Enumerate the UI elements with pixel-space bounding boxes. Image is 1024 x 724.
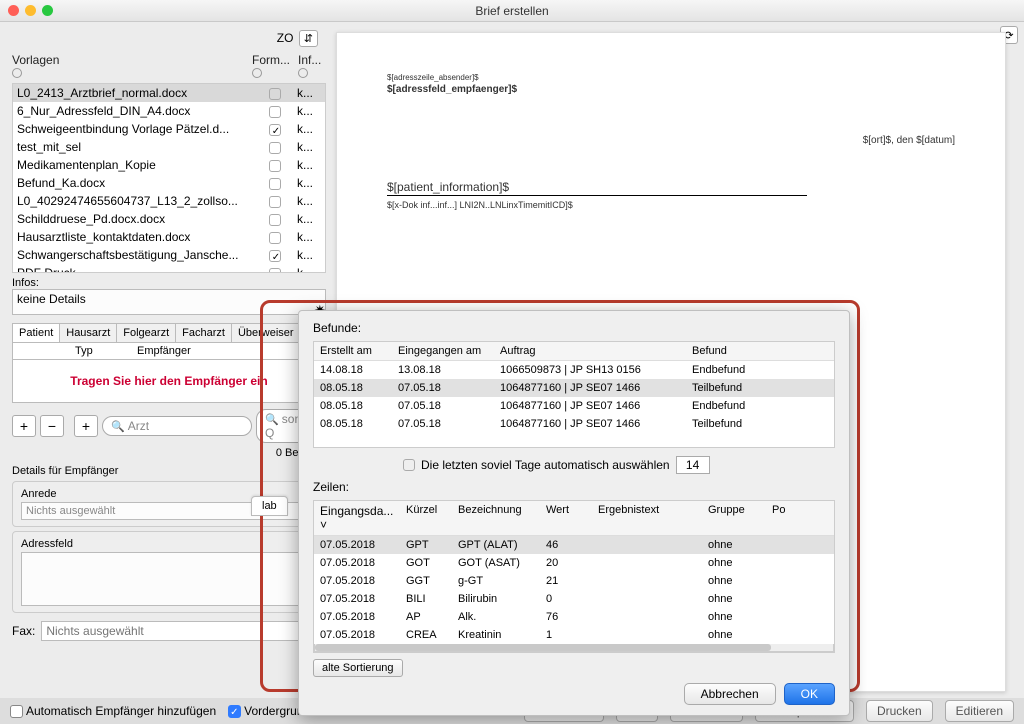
dialog-cancel-button[interactable]: Abbrechen xyxy=(684,683,776,705)
left-panel: ZO ⇵ Vorlagen Form... Inf... L0_2413_Arz… xyxy=(0,22,330,724)
auto-recipient-checkbox[interactable] xyxy=(10,705,23,718)
befunde-table[interactable]: Erstellt am Eingegangen am Auftrag Befun… xyxy=(313,341,835,448)
zeilen-table[interactable]: Eingangsda... ˅ Kürzel Bezeichnung Wert … xyxy=(313,500,835,653)
adressfeld-label: Adressfeld xyxy=(21,538,317,550)
templates-header-form[interactable]: Form... xyxy=(252,53,298,67)
tab-hausarzt[interactable]: Hausarzt xyxy=(60,324,117,342)
befunde-col-erstellt[interactable]: Erstellt am xyxy=(314,342,392,360)
recipient-col-blank xyxy=(13,343,69,359)
doctor-search-input[interactable]: 🔍 Arzt xyxy=(102,416,252,436)
befunde-row[interactable]: 14.08.1813.08.181066509873 | JP SH13 015… xyxy=(314,361,834,379)
template-row[interactable]: Befund_Ka.docxk... xyxy=(13,174,325,192)
sort-desc-icon: ˅ xyxy=(320,518,327,532)
page-dx: $[x-Dok inf...inf...] LNI2N..LNLinxTimem… xyxy=(387,200,955,210)
auto-days-checkbox[interactable] xyxy=(403,459,415,471)
template-row[interactable]: test_mit_selk... xyxy=(13,138,325,156)
befunde-row[interactable]: 08.05.1807.05.181064877160 | JP SE07 146… xyxy=(314,379,834,397)
auto-days-label: Die letzten soviel Tage automatisch ausw… xyxy=(421,458,670,472)
page-sender: $[adresszeile_absender]$ xyxy=(387,73,955,82)
zo-label: ZO xyxy=(277,31,294,45)
bottom-print-button[interactable]: Drucken xyxy=(866,700,933,722)
zeilen-row[interactable]: 07.05.2018APAlk.76ohne xyxy=(314,608,834,626)
template-row[interactable]: Schilddruese_Pd.docx.docxk... xyxy=(13,210,325,228)
befunde-count-label: 0 Befunde xyxy=(12,447,326,459)
add-recipient-button[interactable]: + xyxy=(12,415,36,437)
recipient-col-empf[interactable]: Empfänger xyxy=(131,343,325,359)
zeilen-col-gruppe[interactable]: Gruppe xyxy=(702,501,766,535)
tab-patient[interactable]: Patient xyxy=(13,324,60,342)
templates-header-name[interactable]: Vorlagen xyxy=(12,53,252,67)
bottom-edit-button[interactable]: Editieren xyxy=(945,700,1014,722)
zeilen-col-kuerzel[interactable]: Kürzel xyxy=(400,501,452,535)
templates-radio-inf[interactable] xyxy=(298,68,308,78)
zeilen-col-erg[interactable]: Ergebnistext xyxy=(592,501,702,535)
befunde-col-eingang[interactable]: Eingegangen am xyxy=(392,342,494,360)
befunde-row[interactable]: 08.05.1807.05.181064877160 | JP SE07 146… xyxy=(314,415,834,433)
templates-header-inf[interactable]: Inf... xyxy=(298,53,326,67)
template-row[interactable]: L0_2413_Arztbrief_normal.docxk... xyxy=(13,84,325,102)
zeilen-row[interactable]: 07.05.2018GGTg-GT21ohne xyxy=(314,572,834,590)
template-row[interactable]: Schweigeentbindung Vorlage Pätzel.d...k.… xyxy=(13,120,325,138)
fax-label: Fax: xyxy=(12,624,35,638)
tab-facharzt[interactable]: Facharzt xyxy=(176,324,232,342)
template-row[interactable]: PDF Druckk... xyxy=(13,264,325,273)
fax-input[interactable] xyxy=(41,621,326,641)
lab-dialog: Befunde: Erstellt am Eingegangen am Auft… xyxy=(298,310,850,716)
remove-recipient-button[interactable]: − xyxy=(40,415,64,437)
template-row[interactable]: Medikamentenplan_Kopiek... xyxy=(13,156,325,174)
befunde-col-auftrag[interactable]: Auftrag xyxy=(494,342,686,360)
zeilen-col-wert[interactable]: Wert xyxy=(540,501,592,535)
dialog-ok-button[interactable]: OK xyxy=(784,683,835,705)
alt-sort-button[interactable]: alte Sortierung xyxy=(313,659,403,677)
templates-radio-form[interactable] xyxy=(252,68,262,78)
zeilen-label: Zeilen: xyxy=(313,480,835,494)
zeilen-row[interactable]: 07.05.2018GOTGOT (ASAT)20ohne xyxy=(314,554,834,572)
zeilen-col-po[interactable]: Po xyxy=(766,501,794,535)
zeilen-col-eingang[interactable]: Eingangsda... ˅ xyxy=(314,501,400,535)
recipient-tabs: PatientHausarztFolgearztFacharztÜberweis… xyxy=(12,323,326,343)
window-title: Brief erstellen xyxy=(0,4,1024,18)
recipient-col-typ[interactable]: Typ xyxy=(69,343,131,359)
zeilen-row[interactable]: 07.05.2018CREAKreatinin1ohne xyxy=(314,626,834,644)
titlebar: Brief erstellen xyxy=(0,0,1024,22)
templates-table[interactable]: L0_2413_Arztbrief_normal.docxk...6_Nur_A… xyxy=(12,83,326,273)
zeilen-col-bez[interactable]: Bezeichnung xyxy=(452,501,540,535)
template-row[interactable]: 6_Nur_Adressfeld_DIN_A4.docxk... xyxy=(13,102,325,120)
befunde-row[interactable]: 08.05.1807.05.181064877160 | JP SE07 146… xyxy=(314,397,834,415)
adressfeld-textarea[interactable] xyxy=(21,552,317,606)
recipient-placeholder[interactable]: Tragen Sie hier den Empfänger ein xyxy=(12,360,326,403)
template-row[interactable]: Hausarztliste_kontaktdaten.docxk... xyxy=(13,228,325,246)
lab-tab[interactable]: lab xyxy=(251,496,288,516)
befunde-col-befund[interactable]: Befund xyxy=(686,342,834,360)
auto-days-input[interactable] xyxy=(676,456,710,474)
template-row[interactable]: L0_40292474655604737_L13_2_zollso...k... xyxy=(13,192,325,210)
add2-button[interactable]: + xyxy=(74,415,98,437)
infos-label: Infos: xyxy=(12,277,326,289)
page-empfaenger: $[adressfeld_empfaenger]$ xyxy=(387,84,955,95)
befunde-label: Befunde: xyxy=(313,321,835,335)
zeilen-scrollbar[interactable] xyxy=(314,644,834,652)
template-row[interactable]: Schwangerschaftsbestätigung_Jansche...k.… xyxy=(13,246,325,264)
page-ort-datum: $[ort]$, den $[datum] xyxy=(387,135,955,146)
zeilen-row[interactable]: 07.05.2018GPTGPT (ALAT)46ohne xyxy=(314,536,834,554)
infos-value: keine Details xyxy=(12,289,326,315)
zeilen-row[interactable]: 07.05.2018BILIBilirubin0ohne xyxy=(314,590,834,608)
zo-dropdown-button[interactable]: ⇵ xyxy=(299,30,318,47)
page-patient-info: $[patient_information]$ xyxy=(387,180,807,196)
templates-radio-name[interactable] xyxy=(12,68,22,78)
tab-folgearzt[interactable]: Folgearzt xyxy=(117,324,176,342)
tab-überweiser[interactable]: Überweiser xyxy=(232,324,301,342)
details-label: Details für Empfänger xyxy=(12,465,326,477)
foreground-mode-checkbox[interactable] xyxy=(228,705,241,718)
